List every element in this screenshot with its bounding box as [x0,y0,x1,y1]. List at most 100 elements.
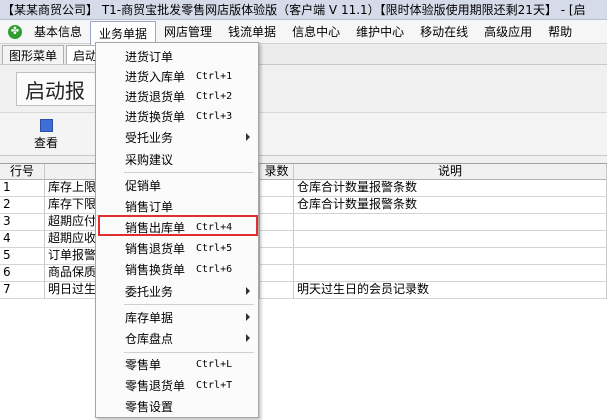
menu-item-promotion[interactable]: 促销单 [96,175,258,195]
menu-item-label: 销售订单 [125,199,174,214]
submenu-arrow-icon [246,287,250,295]
row-desc-cell [294,231,607,247]
menu-item-shortcut: Ctrl+L [196,358,233,370]
row-count-cell [260,214,294,230]
menu-item-retail-sale[interactable]: 零售单 Ctrl+L [96,354,258,374]
business-docs-dropdown: 进货订单 进货入库单 Ctrl+1 进货退货单 Ctrl+2 进货换货单 Ctr… [95,42,259,418]
menu-item-label: 促销单 [125,178,162,193]
window-title: 【某某商贸公司】 T1-商贸宝批发零售网店版体验版（客户端 V 11.1）【限时… [2,3,586,17]
menu-item-label: 销售换货单 [125,262,186,277]
menu-item-label: 零售单 [125,357,162,372]
row-count-cell [260,180,294,196]
column-header-row-no[interactable]: 行号 [0,164,45,180]
menu-separator [124,352,254,353]
menu-item-label: 进货退货单 [125,89,186,104]
menu-item-shortcut: Ctrl+6 [196,263,233,275]
menu-item-shortcut: Ctrl+2 [196,90,233,102]
view-icon [39,119,53,132]
row-desc-cell: 仓库合计数量报警条数 [294,180,607,196]
view-button-label: 查看 [33,136,58,150]
menu-item-shortcut: Ctrl+5 [196,242,233,254]
row-desc-cell [294,214,607,230]
menu-item-shortcut: Ctrl+4 [196,221,233,233]
table-row[interactable]: 5 订单报警 [0,248,607,265]
menu-cash-flow[interactable]: 钱流单据 [220,21,284,43]
table-row[interactable]: 6 商品保质 [0,265,607,282]
grid-body: 1 库存上限 仓库合计数量报警条数 2 库存下限 仓库合计数量报警条数 3 超期… [0,180,607,299]
tab-bar: 图形菜单 启动 [0,45,607,65]
menu-item-sales-delivery[interactable]: 销售出库单 Ctrl+4 [96,217,258,237]
alert-grid: 行号 录数 说明 1 库存上限 仓库合计数量报警条数 2 库存下限 仓库合计数量… [0,163,607,420]
menu-basic-info[interactable]: 基本信息 [26,21,90,43]
menu-item-label: 库存单据 [125,310,174,325]
menu-item-purchase-order[interactable]: 进货订单 [96,46,258,66]
menu-item-label: 销售出库单 [125,220,186,235]
menu-item-label: 进货入库单 [125,69,186,84]
menu-item-label: 销售退货单 [125,241,186,256]
menu-help[interactable]: 帮助 [540,21,580,43]
table-row[interactable]: 3 超期应付 [0,214,607,231]
menu-online-store[interactable]: 网店管理 [156,21,220,43]
tab-graphic-menu[interactable]: 图形菜单 [2,45,65,64]
menu-item-inventory-docs[interactable]: 库存单据 [96,307,258,327]
menu-item-label: 受托业务 [125,130,174,145]
submenu-arrow-icon [246,334,250,342]
menu-item-label: 零售退货单 [125,378,186,393]
row-count-cell [260,231,294,247]
report-banner: 启动报 [0,66,607,110]
table-row[interactable]: 1 库存上限 仓库合计数量报警条数 [0,180,607,197]
row-no-cell: 3 [0,214,45,230]
menu-item-sales-return[interactable]: 销售退货单 Ctrl+5 [96,238,258,258]
menu-item-sales-exchange[interactable]: 销售换货单 Ctrl+6 [96,259,258,279]
row-count-cell [260,265,294,281]
submenu-arrow-icon [246,313,250,321]
row-desc-cell: 仓库合计数量报警条数 [294,197,607,213]
row-no-cell: 7 [0,282,45,298]
table-row[interactable]: 4 超期应收 [0,231,607,248]
menu-item-label: 委托业务 [125,284,174,299]
row-no-cell: 2 [0,197,45,213]
column-header-desc[interactable]: 说明 [294,164,607,180]
row-no-cell: 6 [0,265,45,281]
table-row[interactable]: 7 明日过生 明天过生日的会员记录数 [0,282,607,299]
banner-title: 启动报 [16,72,106,106]
menu-item-purchase-receipt[interactable]: 进货入库单 Ctrl+1 [96,66,258,86]
menu-maintenance[interactable]: 维护中心 [348,21,412,43]
toolbar: 查看 [0,112,607,156]
menu-info-center[interactable]: 信息中心 [284,21,348,43]
menu-item-sales-order[interactable]: 销售订单 [96,196,258,216]
row-desc-cell [294,248,607,264]
menu-item-retail-settings[interactable]: 零售设置 [96,396,258,416]
menu-separator [124,172,254,173]
submenu-arrow-icon [246,133,250,141]
menu-advanced[interactable]: 高级应用 [476,21,540,43]
menu-item-stock-count[interactable]: 仓库盘点 [96,328,258,348]
row-no-cell: 4 [0,231,45,247]
menu-item-purchase-suggestion[interactable]: 采购建议 [96,149,258,169]
menu-mobile-online[interactable]: 移动在线 [412,21,476,43]
menu-item-purchase-return[interactable]: 进货退货单 Ctrl+2 [96,86,258,106]
app-logo-icon: ✤ [8,24,22,39]
menu-item-entrusted-business[interactable]: 委托业务 [96,281,258,301]
row-desc-cell [294,265,607,281]
menu-item-consigned-business[interactable]: 受托业务 [96,127,258,147]
menu-item-shortcut: Ctrl+T [196,379,233,391]
menu-item-label: 进货订单 [125,49,174,64]
menu-business-docs[interactable]: 业务单据 [90,20,157,45]
row-no-cell: 5 [0,248,45,264]
menu-item-label: 零售设置 [125,399,174,414]
menu-item-retail-return[interactable]: 零售退货单 Ctrl+T [96,375,258,395]
title-bar: 【某某商贸公司】 T1-商贸宝批发零售网店版体验版（客户端 V 11.1）【限时… [0,0,607,20]
menu-item-purchase-exchange[interactable]: 进货换货单 Ctrl+3 [96,106,258,126]
menu-item-label: 仓库盘点 [125,331,174,346]
row-desc-cell: 明天过生日的会员记录数 [294,282,607,298]
table-row[interactable]: 2 库存下限 仓库合计数量报警条数 [0,197,607,214]
row-count-cell [260,248,294,264]
row-count-cell [260,197,294,213]
view-button[interactable]: 查看 [26,119,66,153]
menu-item-label: 采购建议 [125,152,174,167]
row-count-cell [260,282,294,298]
column-header-count[interactable]: 录数 [260,164,294,180]
menu-item-shortcut: Ctrl+1 [196,70,233,82]
menu-item-label: 进货换货单 [125,109,186,124]
